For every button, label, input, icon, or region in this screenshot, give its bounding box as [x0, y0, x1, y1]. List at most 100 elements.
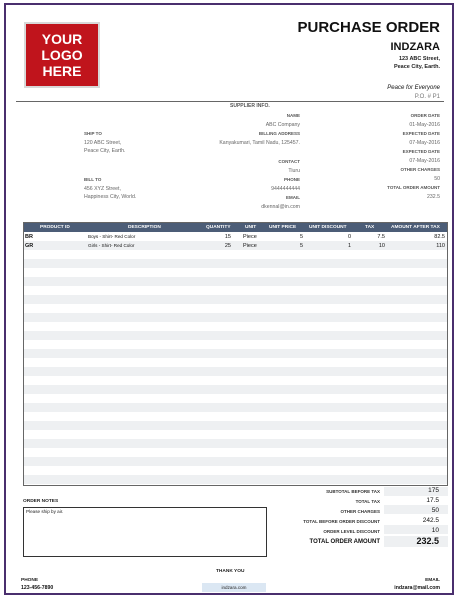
- footer-email-label: EMAIL: [425, 578, 440, 583]
- col-unit-discount: UNIT DISCOUNT: [309, 224, 347, 230]
- supplier-info-heading: SUPPLIER INFO.: [230, 103, 270, 109]
- line-items-table: PRODUCT ID DESCRIPTION QUANTITY UNIT UNI…: [23, 222, 448, 486]
- col-description: DESCRIPTION: [128, 224, 161, 230]
- empty-row: [24, 430, 447, 439]
- grand-total-value: 232.5: [416, 536, 439, 546]
- company-logo: YOUR LOGO HERE: [24, 22, 100, 88]
- row-description: Girls - Shirt- Red Color: [88, 243, 135, 249]
- col-product-id: PRODUCT ID: [40, 224, 70, 230]
- total-before-discount-value: 242.5: [422, 517, 439, 524]
- col-tax: TAX: [365, 224, 375, 230]
- empty-row: [24, 268, 447, 277]
- expected-date: 07-May-2016: [409, 140, 440, 146]
- col-unit-price: UNIT PRICE: [269, 224, 297, 230]
- supplier-email-label: EMAIL: [286, 195, 300, 200]
- empty-row: [24, 331, 447, 340]
- row-unit-discount: 0: [347, 234, 351, 240]
- empty-row: [24, 349, 447, 358]
- empty-row: [24, 376, 447, 385]
- footer-phone: 123-456-7890: [21, 585, 54, 591]
- other-charges: 50: [434, 176, 440, 182]
- supplier-name-label: NAME: [286, 113, 300, 118]
- bill-to-line-1: 456 XYZ Street,: [84, 186, 121, 192]
- logo-line-2: LOGO: [41, 47, 83, 63]
- order-discount-value: 10: [431, 527, 439, 534]
- expected-date-label: EXPECTED DATE: [402, 131, 440, 136]
- subtotal-label: SUBTOTAL BEFORE TAX: [326, 489, 380, 494]
- table-row: GR Girls - Shirt- Red Color 25 Piece 5 1…: [24, 241, 447, 250]
- row-quantity: 25: [224, 243, 231, 249]
- total-order-amount: 232.5: [427, 194, 440, 200]
- col-unit: UNIT: [245, 224, 257, 230]
- empty-row: [24, 250, 447, 259]
- footer-phone-label: PHONE: [21, 578, 39, 583]
- bill-to-line-2: Happiness City, World.: [84, 194, 137, 200]
- order-notes-label: ORDER NOTES: [23, 499, 59, 504]
- total-order-amount-label: TOTAL ORDER AMOUNT: [387, 185, 440, 190]
- order-notes-text: Please ship by air.: [26, 509, 64, 514]
- supplier-phone: 9444444444: [271, 186, 300, 192]
- empty-row: [24, 403, 447, 412]
- supplier-email: dkennal@in.com: [261, 204, 300, 210]
- row-quantity: 15: [224, 234, 231, 240]
- empty-row: [24, 439, 447, 448]
- footer-website: indzara.com: [221, 585, 247, 590]
- row-unit: Piece: [243, 243, 257, 249]
- billing-address: Kanyakumari, Tamil Nadu, 125457.: [219, 140, 300, 146]
- row-unit-price: 5: [299, 243, 303, 249]
- company-name: INDZARA: [390, 41, 441, 53]
- header-divider: [16, 101, 444, 102]
- expected-date-2: 07-May-2016: [409, 158, 440, 164]
- expected-date-label-2: EXPECTED DATE: [402, 149, 440, 154]
- supplier-phone-label: PHONE: [283, 177, 300, 182]
- empty-row: [24, 448, 447, 457]
- thank-you-text: THANK YOU: [216, 569, 245, 574]
- empty-row: [24, 340, 447, 349]
- empty-row: [24, 304, 447, 313]
- total-tax-label: TOTAL TAX: [355, 499, 380, 504]
- supplier-name: ABC Company: [265, 122, 300, 128]
- empty-row: [24, 277, 447, 286]
- ship-to-line-1: 120 ABC Street,: [84, 140, 122, 146]
- row-unit: Piece: [243, 234, 257, 240]
- subtotal-value: 175: [428, 487, 439, 494]
- logo-line-1: YOUR: [41, 31, 83, 47]
- row-description: Boys - Shirt- Red Color: [88, 234, 136, 240]
- ship-to-label: SHIP TO: [84, 131, 102, 136]
- col-quantity: QUANTITY: [206, 224, 231, 230]
- empty-row: [24, 313, 447, 322]
- ship-to-line-2: Peace City, Earth.: [84, 148, 126, 154]
- footer-email: indzara@mail.com: [394, 585, 440, 591]
- website-cell[interactable]: indzara.com: [202, 583, 266, 592]
- contact-label: CONTACT: [278, 159, 300, 164]
- row-tax: 10: [378, 243, 385, 249]
- other-charges-total-value: 50: [431, 507, 439, 514]
- empty-row: [24, 259, 447, 268]
- row-product-id: BR: [25, 234, 33, 240]
- row-amount: 110: [436, 243, 445, 249]
- other-charges-label: OTHER CHARGES: [400, 167, 440, 172]
- company-tagline: Peace for Everyone: [387, 85, 440, 91]
- empty-row: [24, 475, 447, 484]
- row-unit-price: 5: [299, 234, 303, 240]
- row-product-id: GR: [25, 243, 34, 249]
- contact-name: Tiuru: [288, 168, 300, 174]
- empty-row: [24, 358, 447, 367]
- po-number: P.O. # P1: [414, 94, 440, 100]
- empty-row: [24, 385, 447, 394]
- order-notes-field[interactable]: Please ship by air.: [23, 507, 267, 557]
- empty-row: [24, 394, 447, 403]
- purchase-order-page: YOUR LOGO HERE PURCHASE ORDER INDZARA 12…: [4, 3, 454, 595]
- order-date: 01-May-2016: [409, 122, 440, 128]
- empty-row: [24, 412, 447, 421]
- empty-row: [24, 457, 447, 466]
- empty-row: [24, 322, 447, 331]
- logo-line-3: HERE: [42, 63, 82, 79]
- row-amount: 82.5: [434, 234, 445, 240]
- empty-row: [24, 421, 447, 430]
- empty-row: [24, 295, 447, 304]
- document-title: PURCHASE ORDER: [297, 19, 440, 36]
- order-date-label: ORDER DATE: [410, 113, 440, 118]
- table-row: BR Boys - Shirt- Red Color 15 Piece 5 0 …: [24, 232, 447, 241]
- total-tax-value: 17.5: [426, 497, 439, 504]
